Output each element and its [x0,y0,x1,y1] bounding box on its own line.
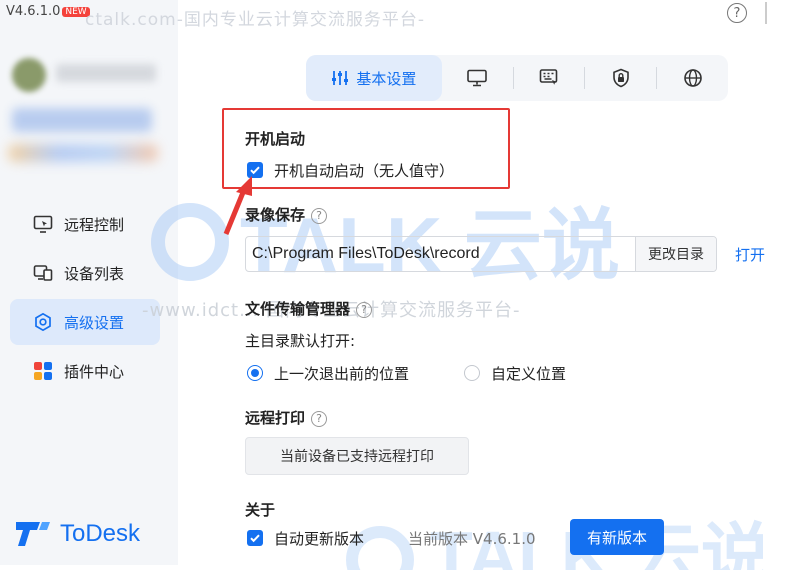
tab-security[interactable] [585,55,656,101]
monitor-icon [467,69,487,87]
sidebar-item-plugin-center[interactable]: 插件中心 [10,348,160,394]
version-label: V4.6.1.0 NEW [6,4,90,19]
sidebar-item-label: 远程控制 [64,215,125,234]
todesk-logo: ToDesk [14,518,140,550]
remote-control-icon [32,213,54,235]
username-blurred [56,64,156,82]
sidebar-item-label: 高级设置 [64,313,125,332]
open-folder-link[interactable]: 打开 [735,244,765,265]
watermark-top: ctalk.com-国内专业云计算交流服务平台- [85,10,425,30]
file-transfer-subtitle: 主目录默认打开: [245,332,356,350]
question-icon[interactable]: ? [356,301,373,318]
highlight-box [222,108,510,189]
globe-icon [683,69,702,87]
radio-last-location-label: 上一次退出前的位置 [274,365,410,383]
remote-print-button[interactable]: 当前设备已支持远程打印 [245,437,469,475]
about-title: 关于 [245,501,276,519]
settings-tab-bar: 基本设置 [306,55,728,101]
radio-custom-location[interactable] [464,365,480,381]
divider [765,2,767,24]
radio-last-location[interactable] [247,365,263,381]
question-icon[interactable]: ? [311,207,328,224]
logo-text: ToDesk [60,520,141,547]
avatar[interactable] [12,58,46,92]
keyboard-icon [539,69,558,85]
tab-keyboard[interactable] [514,55,585,101]
sidebar-item-device-list[interactable]: 设备列表 [10,250,160,296]
shield-lock-icon [612,68,629,88]
new-version-button[interactable]: 有新版本 [570,519,664,555]
recording-title: 录像保存? [245,204,328,225]
current-version-text: 当前版本 V4.6.1.0 [408,530,536,548]
sidebar-item-remote-control[interactable]: 远程控制 [10,201,160,247]
tab-basic-settings[interactable]: 基本设置 [306,55,442,101]
tab-display[interactable] [442,55,513,101]
tab-network[interactable] [657,55,728,101]
sidebar: V4.6.1.0 NEW 远程控制 设备列表 高级设置 插件中心 ToDesk [0,0,178,565]
device-list-icon [32,262,54,284]
file-transfer-title: 文件传输管理器? [245,298,373,319]
account-bar-blurred[interactable] [12,108,152,132]
help-icon[interactable]: ? [727,3,747,23]
todesk-logo-icon [16,522,50,546]
remote-print-title: 远程打印? [245,407,328,428]
advanced-settings-icon [32,311,54,333]
recording-path-field[interactable]: C:\Program Files\ToDesk\record 更改目录 [245,236,717,272]
radio-custom-location-label: 自定义位置 [491,365,567,383]
plugin-center-icon [32,360,54,382]
sliders-icon [332,71,349,85]
status-icons-blurred [8,144,158,162]
watermark-logo-bottom: TALK 云说 [340,510,785,574]
auto-update-checkbox[interactable] [247,530,263,546]
sidebar-item-label: 设备列表 [64,264,125,283]
change-directory-button[interactable]: 更改目录 [635,237,716,271]
checkmark-icon [250,534,260,543]
sidebar-item-advanced-settings[interactable]: 高级设置 [10,299,160,345]
question-icon[interactable]: ? [311,410,328,427]
recording-path-value: C:\Program Files\ToDesk\record [252,245,480,262]
sidebar-item-label: 插件中心 [64,362,125,381]
tab-label: 基本设置 [356,69,417,88]
auto-update-label: 自动更新版本 [274,530,365,548]
